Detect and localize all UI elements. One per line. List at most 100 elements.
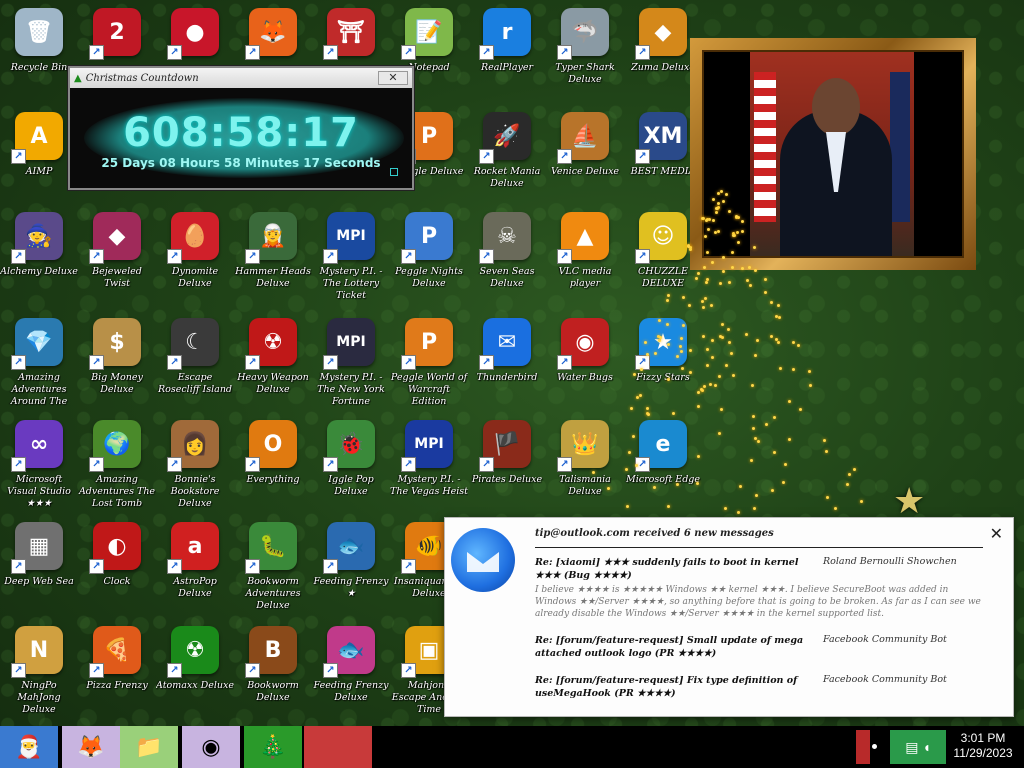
desktop-icon-adventure-lost-tomb[interactable]: 🌍 ↗ Amazing Adventures The Lost Tomb — [78, 420, 156, 510]
desktop-icon-talismania[interactable]: 👑 ↗ Talismania Deluxe — [546, 420, 624, 498]
typer-shark-icon: 🦈 ↗ — [557, 8, 609, 60]
desktop-icon-pirate[interactable]: 🏴 ↗ Pirates Deluxe — [468, 420, 546, 486]
desktop-icon-label: Mystery P.I. - The New York Fortune — [317, 372, 385, 407]
message-item[interactable]: Re: [forum/feature-request] Small update… — [535, 634, 995, 660]
portrait-photo — [702, 50, 964, 258]
tray-network-icon[interactable]: ▤ ◖ — [890, 730, 946, 764]
tray-red-indicator[interactable] — [856, 730, 870, 764]
shortcut-arrow-icon: ↗ — [401, 45, 416, 60]
desktop-icon-aimp[interactable]: A ↗ AIMP — [0, 112, 78, 178]
crescent-icon: ☾ ↗ — [167, 318, 219, 370]
desktop-icon-recycle-bin[interactable]: 🗑 Recycle Bin — [0, 8, 78, 74]
desktop-icon-peggle-nights[interactable]: P ↗ Peggle Nights Deluxe — [390, 212, 468, 290]
notification-header: tip@outlook.com received 6 new messages — [535, 528, 774, 539]
desktop-icon-peggle-world[interactable]: P ↗ Peggle World of Warcraft Edition — [390, 318, 468, 408]
close-icon[interactable]: ✕ — [990, 524, 1003, 544]
desktop-icon-edge[interactable]: e ↗ Microsoft Edge — [624, 420, 702, 486]
desktop-icon-adventure-diamond[interactable]: 💎↗Amazing Adventures Around The World — [0, 318, 78, 408]
resize-handle-icon[interactable] — [390, 168, 398, 176]
desktop-icon-red-furball[interactable]: ● ↗ — [156, 8, 234, 62]
taskbar-chrome[interactable]: ◉ — [182, 726, 240, 768]
desktop-icon-label: Escape Rosecliff Island — [157, 372, 233, 395]
message-item[interactable]: Re: [xiaomi] ★★★ suddenly fails to boot … — [535, 556, 995, 620]
desktop-icon-bonnie[interactable]: 👩 ↗ Bonnie's Bookstore Deluxe — [156, 420, 234, 510]
shortcut-arrow-icon: ↗ — [479, 457, 494, 472]
desktop-icon-visual-studio[interactable]: ∞ ↗ Microsoft Visual Studio ★★★ — [0, 420, 78, 510]
desktop-icon-big-money[interactable]: $ ↗ Big Money Deluxe — [78, 318, 156, 396]
desktop-icon-label: Bejeweled Twist — [92, 266, 142, 289]
countdown-titlebar[interactable]: ▲ Christmas Countdown ✕ — [70, 68, 412, 88]
shortcut-arrow-icon: ↗ — [11, 249, 26, 264]
desktop-icon-label: Bookworm Deluxe — [247, 680, 299, 703]
shortcut-arrow-icon: ↗ — [401, 249, 416, 264]
desktop-icon-iggle-pop[interactable]: 🐞 ↗ Iggle Pop Deluxe — [312, 420, 390, 498]
shortcut-arrow-icon: ↗ — [635, 149, 650, 164]
desktop-icon-feeding-frenzy2[interactable]: 🐟 ↗ Feeding Frenzy Deluxe — [312, 626, 390, 704]
desktop-icon-venice[interactable]: ⛵ ↗ Venice Deluxe — [546, 112, 624, 178]
desktop-icon-thunderbird[interactable]: ✉ ↗ Thunderbird — [468, 318, 546, 384]
desktop-icon-bookworm-adventures[interactable]: 🐛 ↗ Bookworm Adventures Deluxe — [234, 522, 312, 612]
desktop-icon-feeding-frenzy[interactable]: 🐟 ↗ Feeding Frenzy ★ — [312, 522, 390, 600]
desktop-icon-red-dragon[interactable]: ◐ ↗ Clock — [78, 522, 156, 588]
desktop-icon-mpi-lottery[interactable]: MPI ↗ Mystery P.I. - The Lottery Ticket — [312, 212, 390, 302]
desktop-icon-torii[interactable]: ⛩ ↗ — [312, 8, 390, 62]
desktop-icon-crescent[interactable]: ☾ ↗ Escape Rosecliff Island — [156, 318, 234, 396]
desktop-icon-ningpo[interactable]: N ↗ NingPo MahJong Deluxe — [0, 626, 78, 716]
shortcut-arrow-icon: ↗ — [167, 249, 182, 264]
shortcut-arrow-icon: ↗ — [89, 249, 104, 264]
desktop-icon-pizza-frenzy[interactable]: 🍕 ↗ Pizza Frenzy — [78, 626, 156, 692]
desktop-icon-2[interactable]: 2 ↗ — [78, 8, 156, 62]
message-item[interactable]: Re: [forum/feature-request] Fix type def… — [535, 674, 995, 700]
desktop-icon-label: Water Bugs — [557, 372, 613, 383]
pirate-icon: 🏴 ↗ — [479, 420, 531, 472]
desktop-icon-mpi-vegas[interactable]: MPI ↗ Mystery P.I. - The Vegas Heist — [390, 420, 468, 498]
taskbar-file-explorer[interactable]: 📁 — [120, 726, 178, 768]
desktop-icon-vlc[interactable]: ▲ ↗ VLC media player — [546, 212, 624, 290]
taskbar-firefox[interactable]: 🦊 — [62, 726, 120, 768]
shortcut-arrow-icon: ↗ — [401, 559, 416, 574]
edge-icon: e ↗ — [635, 420, 687, 472]
christmas-tree-icon: 🎄 — [259, 734, 287, 759]
desktop-icon-notepad[interactable]: 📝 ↗ Notepad — [390, 8, 468, 74]
shortcut-arrow-icon: ↗ — [245, 249, 260, 264]
desktop-icon-mpi-ny[interactable]: MPI ↗ Mystery P.I. - The New York Fortune — [312, 318, 390, 408]
desktop-icon-alchemy[interactable]: 🧙 ↗ Alchemy Deluxe — [0, 212, 78, 278]
desktop-icon-label: Venice Deluxe — [550, 166, 620, 177]
desktop-icon-rocket-mania[interactable]: 🚀 ↗ Rocket Mania Deluxe — [468, 112, 546, 190]
desktop-icon-everything[interactable]: O ↗ Everything — [234, 420, 312, 486]
peggle-world-icon: P ↗ — [401, 318, 453, 370]
desktop-icon-typer-shark[interactable]: 🦈 ↗ Typer Shark Deluxe — [546, 8, 624, 86]
christmas-countdown-window[interactable]: ▲ Christmas Countdown ✕ 608:58:17 25 Day… — [68, 66, 414, 190]
desktop-icon-atomaxx[interactable]: ☢ ↗ Atomaxx Deluxe — [156, 626, 234, 692]
desktop-icon-talismania-skull[interactable]: ☠ ↗ Seven Seas Deluxe — [468, 212, 546, 290]
desktop-icon-water-bugs[interactable]: ◉ ↗ Water Bugs — [546, 318, 624, 384]
close-button[interactable]: ✕ — [378, 71, 408, 85]
shortcut-arrow-icon: ↗ — [401, 355, 416, 370]
ningpo-icon: N ↗ — [11, 626, 63, 678]
message-subject: Re: [xiaomi] ★★★ suddenly fails to boot … — [535, 557, 799, 581]
desktop-icon-realplayer[interactable]: r ↗ RealPlayer — [468, 8, 546, 74]
shortcut-arrow-icon: ↗ — [401, 457, 416, 472]
desktop-icon-heavy-weapon[interactable]: ☢ ↗ Heavy Weapon Deluxe — [234, 318, 312, 396]
shortcut-arrow-icon: ↗ — [557, 45, 572, 60]
desktop-icon-label: VLC media player — [558, 266, 612, 289]
desktop-icon-bookworm[interactable]: B ↗ Bookworm Deluxe — [234, 626, 312, 704]
taskbar-red-tile[interactable] — [304, 726, 372, 768]
rocket-mania-icon: 🚀 ↗ — [479, 112, 531, 164]
xmplay-icon: XM ↗ — [635, 112, 687, 164]
new-mail-notification[interactable]: tip@outlook.com received 6 new messages … — [444, 517, 1014, 717]
desktop-icon-astropop[interactable]: a ↗ AstroPop Deluxe — [156, 522, 234, 600]
taskbar-start-santa[interactable]: 🎅 — [0, 726, 58, 768]
tray-clock[interactable]: 3:01 PM 11/29/2023 — [948, 731, 1018, 761]
shortcut-arrow-icon: ↗ — [557, 249, 572, 264]
star-icon: ★ — [893, 480, 926, 521]
desktop-icon-firefox[interactable]: 🦊 ↗ — [234, 8, 312, 62]
desktop-icon-deep-web[interactable]: ▦ ↗ Deep Web Sea — [0, 522, 78, 588]
taskbar-christmas-tree[interactable]: 🎄 — [244, 726, 302, 768]
desktop-icon-label: Hammer Heads Deluxe — [235, 266, 311, 289]
venice-icon: ⛵ ↗ — [557, 112, 609, 164]
desktop-icon-dynomite[interactable]: 🥚 ↗ Dynomite Deluxe — [156, 212, 234, 290]
desktop-icon-bejeweled[interactable]: ◆ ↗ Bejeweled Twist — [78, 212, 156, 290]
desktop-icon-heavy-weapon-gnome[interactable]: 🧝 ↗ Hammer Heads Deluxe — [234, 212, 312, 290]
bonnie-icon: 👩 ↗ — [167, 420, 219, 472]
